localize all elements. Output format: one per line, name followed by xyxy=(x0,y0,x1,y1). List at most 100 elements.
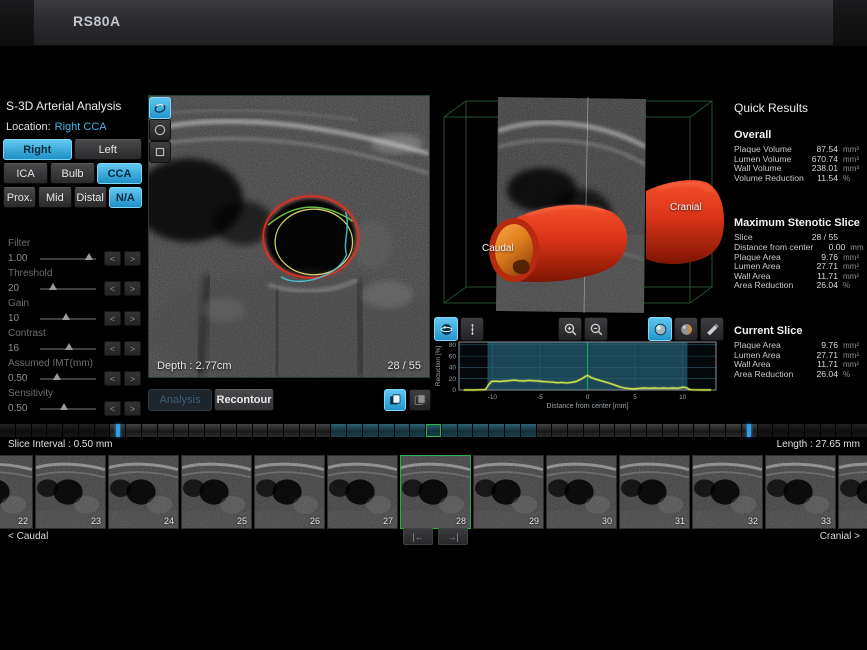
mini-slice-33[interactable] xyxy=(505,424,520,437)
mini-slice-36[interactable] xyxy=(552,424,567,437)
mini-slice-47[interactable] xyxy=(726,424,741,437)
filmstrip-thumb-23[interactable]: 23 xyxy=(35,455,106,529)
mini-slice-5[interactable] xyxy=(63,424,78,437)
filmstrip-thumb-30[interactable]: 30 xyxy=(546,455,617,529)
mini-slice-42[interactable] xyxy=(647,424,662,437)
mini-slice-30[interactable] xyxy=(458,424,473,437)
slider-thumb[interactable] xyxy=(60,403,68,410)
active-slice-view-button[interactable] xyxy=(384,389,406,411)
mini-slice-6[interactable] xyxy=(79,424,94,437)
button-prox[interactable]: Prox. xyxy=(3,187,36,208)
mini-slice-22[interactable] xyxy=(331,424,346,437)
slider-increment-icon[interactable]: > xyxy=(124,281,141,296)
ellipse-tool-button[interactable] xyxy=(149,119,171,141)
filmstrip-thumb-25[interactable]: 25 xyxy=(181,455,252,529)
mini-slice-12[interactable] xyxy=(174,424,189,437)
mini-slice-2[interactable] xyxy=(16,424,31,437)
button-right[interactable]: Right xyxy=(3,139,72,160)
filmstrip-thumb-27[interactable]: 27 xyxy=(327,455,398,529)
mini-slice-31[interactable] xyxy=(473,424,488,437)
mini-slice-44[interactable] xyxy=(679,424,694,437)
mini-slice-16[interactable] xyxy=(237,424,252,437)
slider-decrement-icon[interactable]: < xyxy=(104,281,121,296)
mini-slice-45[interactable] xyxy=(694,424,709,437)
slider-decrement-icon[interactable]: < xyxy=(104,311,121,326)
slider-track[interactable] xyxy=(40,348,96,350)
mini-slice-34[interactable] xyxy=(521,424,536,437)
filmstrip-thumb-31[interactable]: 31 xyxy=(619,455,690,529)
cranial-nav[interactable]: Cranial > xyxy=(820,531,860,542)
mini-slice-7[interactable] xyxy=(95,424,110,437)
mini-slice-43[interactable] xyxy=(663,424,678,437)
mini-slice-27[interactable] xyxy=(410,424,425,437)
mini-slice-46[interactable] xyxy=(710,424,725,437)
slider-thumb[interactable] xyxy=(49,283,57,290)
mini-slice-11[interactable] xyxy=(158,424,173,437)
slider-increment-icon[interactable]: > xyxy=(124,311,141,326)
page-first-button[interactable]: |← xyxy=(403,528,433,545)
mini-slice-32[interactable] xyxy=(489,424,504,437)
mini-slice-54[interactable] xyxy=(836,424,851,437)
slider-increment-icon[interactable]: > xyxy=(124,251,141,266)
mini-slice-4[interactable] xyxy=(47,424,62,437)
slider-decrement-icon[interactable]: < xyxy=(104,401,121,416)
contour-overlay-icon-button[interactable] xyxy=(149,97,171,119)
mini-slice-10[interactable] xyxy=(142,424,157,437)
analysis-button[interactable]: Analysis xyxy=(148,389,212,411)
mini-slice-23[interactable] xyxy=(347,424,362,437)
filmstrip-thumb-26[interactable]: 26 xyxy=(254,455,325,529)
rect-tool-button[interactable] xyxy=(149,141,171,163)
button-mid[interactable]: Mid xyxy=(38,187,71,208)
slider-thumb[interactable] xyxy=(65,343,73,350)
mini-slice-37[interactable] xyxy=(568,424,583,437)
range-marker[interactable] xyxy=(116,424,120,437)
dual-view-button[interactable] xyxy=(409,389,431,411)
recontour-button[interactable]: Recontour xyxy=(214,389,274,411)
button-cca[interactable]: CCA xyxy=(97,163,142,184)
mini-slice-53[interactable] xyxy=(821,424,836,437)
slider-track[interactable] xyxy=(40,288,96,290)
filmstrip-thumb-34[interactable]: 34 xyxy=(838,455,867,529)
mini-slice-29[interactable] xyxy=(442,424,457,437)
filmstrip-thumb-33[interactable]: 33 xyxy=(765,455,836,529)
button-left[interactable]: Left xyxy=(74,139,143,160)
mini-slice-17[interactable] xyxy=(253,424,268,437)
mini-slice-19[interactable] xyxy=(284,424,299,437)
slider-track[interactable] xyxy=(40,318,96,320)
slider-decrement-icon[interactable]: < xyxy=(104,341,121,356)
mini-slice-38[interactable] xyxy=(584,424,599,437)
mini-slice-24[interactable] xyxy=(363,424,378,437)
mini-slice-50[interactable] xyxy=(773,424,788,437)
mini-slice-52[interactable] xyxy=(805,424,820,437)
mini-slice-39[interactable] xyxy=(600,424,615,437)
mini-slice-21[interactable] xyxy=(316,424,331,437)
mini-slice-55[interactable] xyxy=(852,424,867,437)
filmstrip-thumb-22[interactable]: 22 xyxy=(0,455,33,529)
slice-overview-strip[interactable] xyxy=(0,424,867,437)
slider-thumb[interactable] xyxy=(62,313,70,320)
mini-slice-18[interactable] xyxy=(268,424,283,437)
caudal-nav[interactable]: < Caudal xyxy=(8,531,48,542)
page-last-button[interactable]: →| xyxy=(438,528,468,545)
mini-slice-49[interactable] xyxy=(758,424,773,437)
range-marker[interactable] xyxy=(747,424,751,437)
mini-slice-28[interactable] xyxy=(426,424,441,437)
button-na[interactable]: N/A xyxy=(109,187,142,208)
slider-thumb[interactable] xyxy=(85,253,93,260)
mini-slice-9[interactable] xyxy=(126,424,141,437)
mini-slice-1[interactable] xyxy=(0,424,15,437)
mini-slice-35[interactable] xyxy=(537,424,552,437)
mini-slice-15[interactable] xyxy=(221,424,236,437)
slider-track[interactable] xyxy=(40,408,96,410)
filmstrip-thumb-28[interactable]: 28 xyxy=(400,455,471,529)
volume-3d-view[interactable]: Caudal Cranial xyxy=(432,95,724,315)
slider-decrement-icon[interactable]: < xyxy=(104,251,121,266)
mini-slice-14[interactable] xyxy=(205,424,220,437)
mini-slice-13[interactable] xyxy=(189,424,204,437)
button-ica[interactable]: ICA xyxy=(3,163,48,184)
filmstrip-thumb-24[interactable]: 24 xyxy=(108,455,179,529)
mini-slice-51[interactable] xyxy=(789,424,804,437)
button-bulb[interactable]: Bulb xyxy=(50,163,95,184)
filmstrip-thumb-32[interactable]: 32 xyxy=(692,455,763,529)
slider-track[interactable] xyxy=(40,258,96,260)
